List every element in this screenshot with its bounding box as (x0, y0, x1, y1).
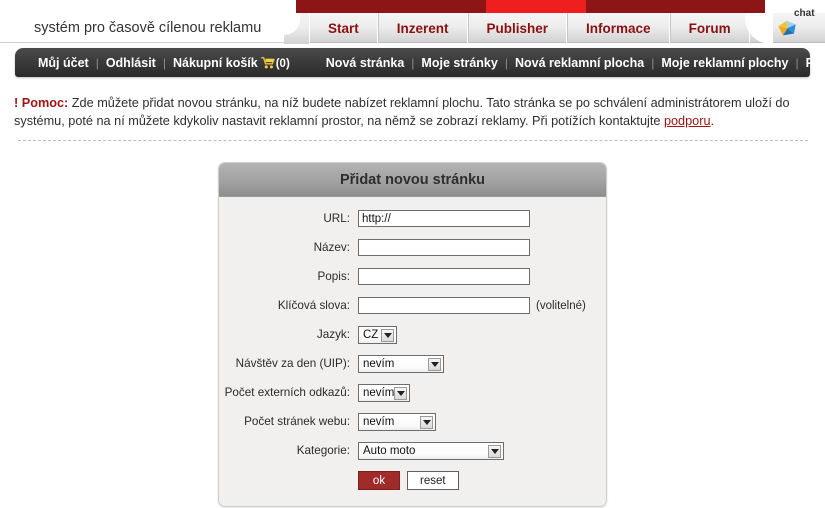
subnav-item-odhlasit[interactable]: Odhlásit (99, 56, 163, 70)
form-panel-header: Přidat novou stránku (219, 163, 606, 197)
help-body-after-link: . (710, 114, 715, 128)
jazyk-select-value: CZ (363, 328, 379, 341)
subnav-item-poptavka-webu[interactable]: Poptávka webů (799, 56, 825, 70)
subnav-item-nakupni-kosik-label: Nákupní košík (172, 55, 258, 70)
form-row-jazyk: Jazyk: CZ (219, 323, 606, 346)
top-strip-active-indicator (486, 0, 586, 13)
label-klicova-slova: Klíčová slova: (277, 299, 350, 312)
form-button-row: ok reset (219, 471, 606, 490)
label-stranky: Počet stránek webu: (244, 415, 350, 428)
nav-tab-start[interactable]: Start (310, 13, 378, 43)
url-input[interactable] (358, 210, 530, 227)
subnav-item-muj-ucet[interactable]: Můj účet (31, 56, 96, 70)
label-popis: Popis: (317, 270, 350, 283)
section-divider (18, 140, 808, 141)
subnav-item-nakupni-kosik[interactable]: Nákupní košík (0) (166, 56, 297, 70)
form-row-odkazy: Počet externích odkazů: nevím (219, 381, 606, 404)
subnav-item-nova-stranka[interactable]: Nová stránka (319, 56, 412, 70)
label-uip: Návštěv za den (UIP): (235, 357, 350, 370)
label-odkazy: Počet externích odkazů: (224, 386, 350, 399)
label-kategorie: Kategorie: (296, 444, 350, 457)
uip-select-value: nevím (363, 357, 395, 370)
nav-tab-informace[interactable]: Informace (567, 13, 670, 43)
page-title: Přidat novou stránku (339, 171, 486, 188)
add-page-form-panel: Přidat novou stránku URL: Název: Popis: … (218, 162, 607, 507)
nazev-input[interactable] (358, 239, 530, 256)
chevron-down-icon (420, 415, 433, 429)
popis-input[interactable] (358, 268, 530, 285)
form-row-popis: Popis: (219, 265, 606, 288)
secondary-navbar: Můj účet | Odhlásit | Nákupní košík (0) N… (15, 48, 825, 77)
top-strip-right-accent (753, 0, 765, 13)
subnav-pages-group: Nová stránka | Moje stránky | Nová rekla… (319, 56, 825, 70)
chat-button[interactable]: chat (776, 8, 824, 42)
klicova-slova-input[interactable] (358, 297, 530, 314)
brand-tagline: systém pro časově cílenou reklamu (34, 19, 262, 36)
kategorie-select-value: Auto moto (363, 444, 416, 457)
nav-tab-inzerent[interactable]: Inzerent (377, 13, 468, 43)
top-accent-strip (0, 0, 825, 13)
form-row-nazev: Název: (219, 236, 606, 259)
form-row-url: URL: (219, 207, 606, 230)
chevron-down-icon (394, 386, 407, 400)
label-url: URL: (323, 212, 350, 225)
form-row-uip: Návštěv za den (UIP): nevím (219, 352, 606, 375)
label-nazev: Název: (313, 241, 350, 254)
help-prefix: ! Pomoc: (14, 96, 69, 110)
odkazy-select-value: nevím (363, 386, 395, 399)
chat-icon (778, 20, 796, 36)
stranky-select-value: nevím (363, 415, 395, 428)
chevron-down-icon (381, 328, 394, 342)
brand-area: systém pro časově cílenou reklamu (0, 13, 300, 43)
page-root: systém pro časově cílenou reklamu Start … (0, 0, 825, 508)
top-strip-left-blank (0, 0, 296, 13)
stranky-select[interactable]: nevím (358, 412, 436, 431)
jazyk-select[interactable]: CZ (358, 325, 397, 344)
chevron-down-icon (428, 357, 441, 371)
help-text: ! Pomoc: Zde můžete přidat novou stránku… (14, 94, 814, 130)
chevron-down-icon (488, 444, 501, 458)
nav-tab-forum[interactable]: Forum (669, 13, 750, 43)
support-link[interactable]: podporu (664, 114, 711, 128)
label-jazyk: Jazyk: (316, 328, 350, 341)
klicova-slova-optional-note: (volitelné) (536, 299, 586, 312)
kategorie-select[interactable]: Auto moto (358, 441, 504, 460)
form-body: URL: Název: Popis: Klíčová slova: (volit… (219, 197, 606, 490)
uip-select[interactable]: nevím (358, 354, 444, 373)
nav-tab-publisher[interactable]: Publisher (467, 13, 568, 43)
subnav-item-nova-reklamni-plocha[interactable]: Nová reklamní plocha (508, 56, 651, 70)
odkazy-select[interactable]: nevím (358, 383, 410, 402)
subnav-account-group: Můj účet | Odhlásit | Nákupní košík (0) (31, 56, 297, 70)
cart-count: (0) (275, 57, 290, 70)
form-row-klicova-slova: Klíčová slova: (volitelné) (219, 294, 606, 317)
primary-nav-tabs: Start Inzerent Publisher Informace Forum (310, 13, 750, 43)
subnav-item-moje-reklamni-plochy[interactable]: Moje reklamní plochy (654, 56, 795, 70)
reset-button[interactable]: reset (407, 471, 459, 490)
ok-button[interactable]: ok (358, 471, 400, 490)
form-row-stranky: Počet stránek webu: nevím (219, 410, 606, 433)
form-row-kategorie: Kategorie: Auto moto (219, 439, 606, 462)
subnav-item-moje-stranky[interactable]: Moje stránky (414, 56, 504, 70)
shopping-cart-icon (260, 56, 275, 68)
